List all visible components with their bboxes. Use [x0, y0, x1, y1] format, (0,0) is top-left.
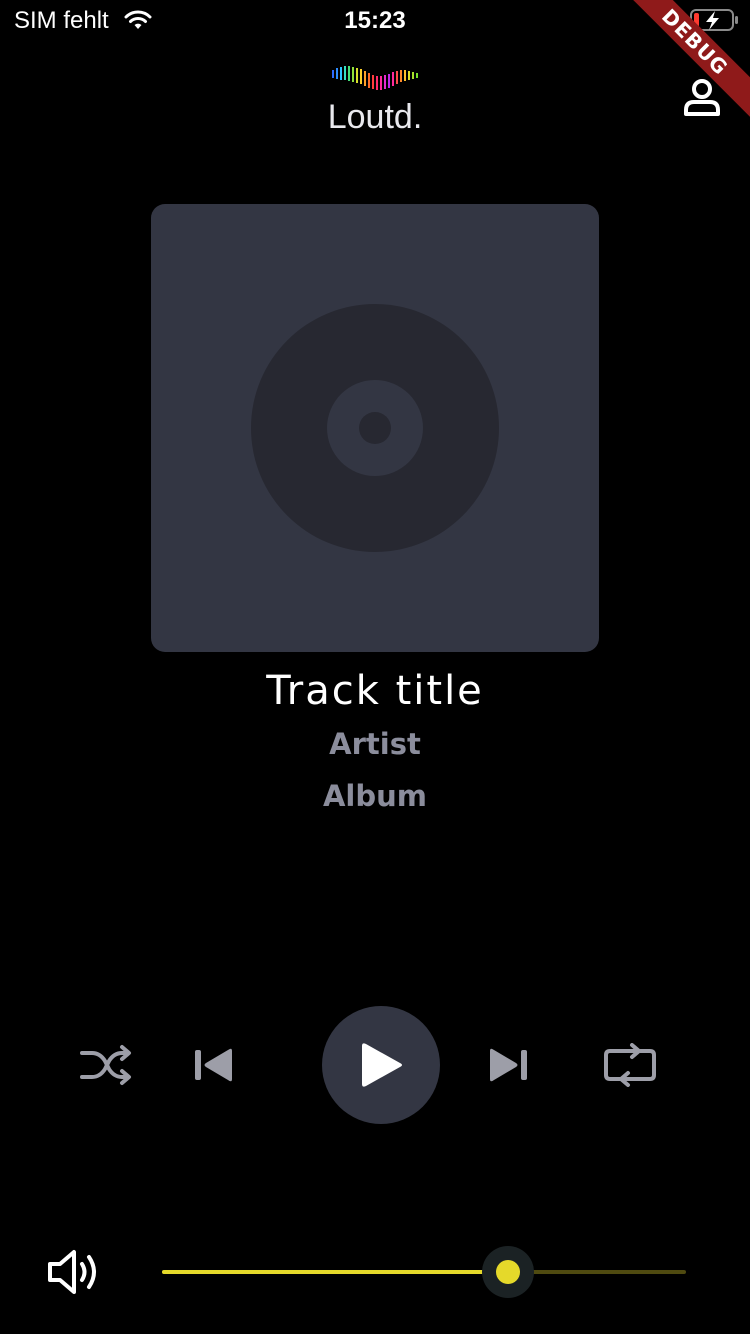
- volume-icon[interactable]: [46, 1248, 102, 1296]
- person-icon[interactable]: [680, 76, 724, 120]
- album-name: Album: [322, 779, 427, 813]
- disc-label: [327, 380, 423, 476]
- app-logo: Loutd.: [300, 58, 450, 140]
- disc-icon: [251, 304, 499, 552]
- play-button[interactable]: [322, 1006, 440, 1124]
- track-title: Track title: [266, 668, 484, 714]
- skip-next-icon[interactable]: [486, 1045, 530, 1085]
- disc-hole: [359, 412, 391, 444]
- status-bar: SIM fehlt 15:23: [0, 0, 750, 40]
- play-icon: [362, 1043, 402, 1087]
- skip-previous-icon[interactable]: [192, 1045, 236, 1085]
- status-time: 15:23: [344, 7, 406, 34]
- volume-fill: [162, 1270, 508, 1274]
- volume-slider[interactable]: [162, 1246, 686, 1298]
- volume-thumb[interactable]: [496, 1260, 520, 1284]
- shuffle-icon[interactable]: [78, 1043, 134, 1087]
- logo-text: Loutd.: [327, 98, 423, 136]
- album-artwork: [151, 204, 599, 652]
- artist-name: Artist: [329, 727, 421, 761]
- logo-wave-icon: [332, 66, 418, 90]
- repeat-icon[interactable]: [602, 1043, 658, 1087]
